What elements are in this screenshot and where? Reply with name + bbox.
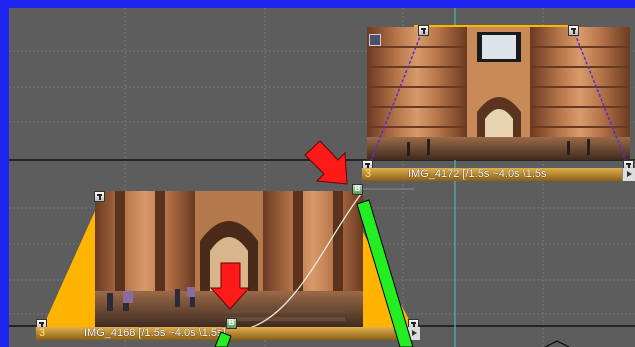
green-bar-bottom	[214, 331, 232, 347]
green-bar-top	[356, 199, 414, 347]
down-arrow-icon	[209, 262, 251, 310]
corner-line	[544, 340, 570, 347]
timeline-canvas[interactable]: 3 IMG_4172 [/1.5s ~4.0s \1.5s 3 IMG_4168…	[9, 8, 635, 347]
annotation-overlay	[209, 140, 570, 347]
down-arrow-icon	[304, 140, 348, 185]
